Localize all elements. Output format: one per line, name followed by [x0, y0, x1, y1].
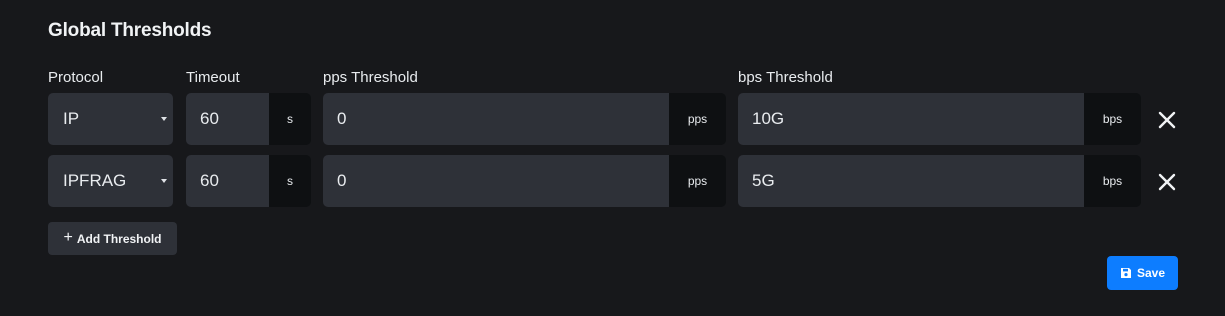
add-threshold-button[interactable]: + Add Threshold: [48, 222, 177, 255]
timeout-input-group: 60 s: [186, 155, 311, 207]
close-icon[interactable]: [1156, 109, 1178, 131]
protocol-column-label: Protocol: [48, 69, 104, 86]
pps-unit: pps: [669, 93, 726, 145]
timeout-input[interactable]: 60: [186, 93, 269, 145]
timeout-column-label: Timeout: [186, 69, 240, 86]
protocol-select[interactable]: IPFRAG: [48, 155, 173, 207]
section-title: Global Thresholds: [48, 20, 212, 41]
pps-input-group: 0 pps: [323, 155, 726, 207]
timeout-unit: s: [269, 93, 311, 145]
bps-input-group: 5G bps: [738, 155, 1141, 207]
bps-unit: bps: [1084, 93, 1141, 145]
threshold-row: IPFRAG 60 s 0 pps 5G bps: [0, 155, 1225, 207]
protocol-select-value: IPFRAG: [63, 171, 127, 190]
protocol-select[interactable]: IP: [48, 93, 173, 145]
bps-threshold-input[interactable]: 10G: [738, 93, 1084, 145]
threshold-row: IP 60 s 0 pps 10G bps: [0, 93, 1225, 145]
caret-down-icon: [161, 179, 167, 183]
plus-icon: +: [63, 228, 73, 246]
save-button[interactable]: Save: [1107, 256, 1178, 290]
bps-unit: bps: [1084, 155, 1141, 207]
pps-threshold-input[interactable]: 0: [323, 93, 669, 145]
bps-threshold-input[interactable]: 5G: [738, 155, 1084, 207]
floppy-disk-icon: [1120, 268, 1131, 278]
timeout-input[interactable]: 60: [186, 155, 269, 207]
add-threshold-label: Add Threshold: [76, 231, 162, 246]
close-icon[interactable]: [1156, 171, 1178, 193]
pps-input-group: 0 pps: [323, 93, 726, 145]
protocol-select-value: IP: [63, 109, 80, 128]
timeout-unit: s: [269, 155, 311, 207]
timeout-input-group: 60 s: [186, 93, 311, 145]
save-label: Save: [1136, 266, 1166, 280]
bps-column-label: bps Threshold: [738, 69, 833, 86]
pps-column-label: pps Threshold: [323, 69, 418, 86]
bps-input-group: 10G bps: [738, 93, 1141, 145]
global-thresholds-panel: Global Thresholds Protocol Timeout pps T…: [0, 0, 1225, 316]
pps-unit: pps: [669, 155, 726, 207]
caret-down-icon: [161, 117, 167, 121]
pps-threshold-input[interactable]: 0: [323, 155, 669, 207]
